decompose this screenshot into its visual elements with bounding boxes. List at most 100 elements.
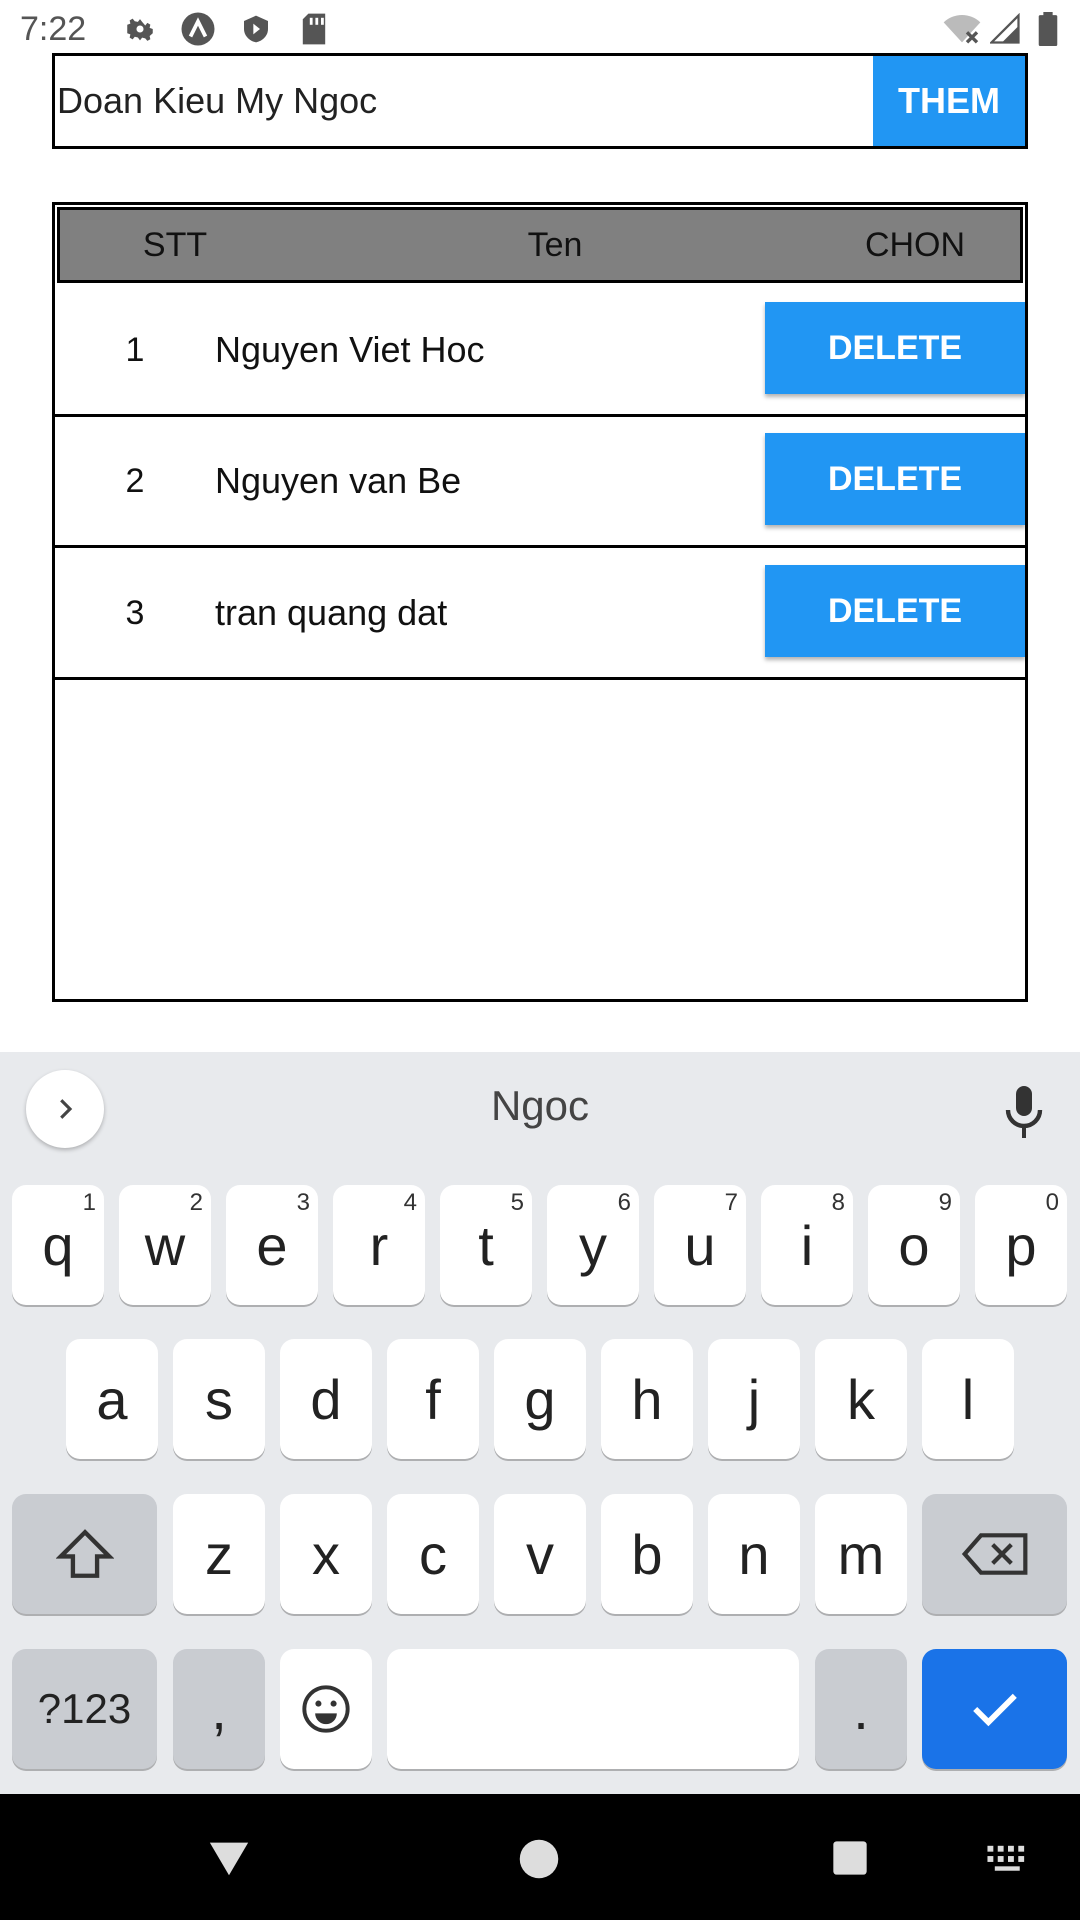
checkmark-icon bbox=[972, 1693, 1017, 1727]
delete-button[interactable]: DELETE bbox=[765, 433, 1025, 525]
key-d[interactable]: d bbox=[280, 1339, 372, 1459]
home-icon[interactable] bbox=[518, 1838, 560, 1885]
emoji-key[interactable] bbox=[280, 1649, 372, 1769]
period-key[interactable]: . bbox=[815, 1649, 907, 1769]
sd-card-icon bbox=[296, 12, 332, 46]
key-z[interactable]: z bbox=[173, 1494, 265, 1614]
key-i[interactable]: i8 bbox=[761, 1185, 853, 1305]
key-r[interactable]: r4 bbox=[333, 1185, 425, 1305]
backspace-key[interactable] bbox=[922, 1494, 1067, 1614]
table-row: 3 tran quang dat DELETE bbox=[55, 549, 1025, 680]
recents-icon[interactable] bbox=[830, 1838, 870, 1883]
key-c[interactable]: c bbox=[387, 1494, 479, 1614]
key-label: f bbox=[425, 1367, 441, 1431]
key-label: b bbox=[631, 1522, 663, 1586]
key-k[interactable]: k bbox=[815, 1339, 907, 1459]
key-f[interactable]: f bbox=[387, 1339, 479, 1459]
settings-gear-icon bbox=[120, 12, 160, 46]
key-m[interactable]: m bbox=[815, 1494, 907, 1614]
key-label: a bbox=[96, 1367, 128, 1431]
header-chon: CHON bbox=[864, 226, 966, 264]
key-hint: 5 bbox=[510, 1189, 524, 1216]
key-label: p bbox=[1005, 1213, 1037, 1277]
key-label: e bbox=[256, 1213, 288, 1277]
key-label: x bbox=[312, 1522, 340, 1586]
key-q[interactable]: q1 bbox=[12, 1185, 104, 1305]
space-key[interactable] bbox=[387, 1649, 799, 1769]
status-time: 7:22 bbox=[20, 10, 87, 48]
expand-toolbar-button[interactable] bbox=[26, 1070, 104, 1148]
key-label: o bbox=[898, 1213, 930, 1277]
word-suggestion[interactable]: Ngoc bbox=[440, 1082, 640, 1130]
key-label: . bbox=[853, 1677, 869, 1741]
header-stt: STT bbox=[142, 226, 208, 264]
key-hint: 4 bbox=[403, 1189, 417, 1216]
key-hint: 8 bbox=[831, 1189, 845, 1216]
done-key[interactable] bbox=[922, 1649, 1067, 1769]
row-name: Nguyen van Be bbox=[215, 460, 462, 501]
key-hint: 3 bbox=[296, 1189, 310, 1216]
microphone-icon[interactable] bbox=[1000, 1082, 1056, 1142]
key-g[interactable]: g bbox=[494, 1339, 586, 1459]
emoji-icon bbox=[302, 1685, 350, 1733]
key-j[interactable]: j bbox=[708, 1339, 800, 1459]
row-stt: 1 bbox=[125, 331, 145, 369]
key-label: c bbox=[419, 1522, 447, 1586]
key-w[interactable]: w2 bbox=[119, 1185, 211, 1305]
key-label: z bbox=[205, 1522, 233, 1586]
key-label: h bbox=[631, 1367, 663, 1431]
keyboard-switch-icon[interactable] bbox=[986, 1844, 1030, 1879]
delete-button[interactable]: DELETE bbox=[765, 565, 1025, 657]
shift-icon bbox=[55, 1529, 114, 1578]
name-input[interactable] bbox=[57, 56, 873, 146]
key-b[interactable]: b bbox=[601, 1494, 693, 1614]
navigation-bar bbox=[0, 1794, 1080, 1920]
key-label: r bbox=[369, 1213, 389, 1277]
key-label: y bbox=[579, 1213, 607, 1277]
key-label: i bbox=[800, 1213, 814, 1277]
key-o[interactable]: o9 bbox=[868, 1185, 960, 1305]
key-label: g bbox=[524, 1367, 556, 1431]
table-header: STT Ten CHON bbox=[57, 207, 1023, 283]
symbols-key[interactable]: ?123 bbox=[12, 1649, 157, 1769]
key-h[interactable]: h bbox=[601, 1339, 693, 1459]
key-label: s bbox=[205, 1367, 233, 1431]
back-icon[interactable] bbox=[206, 1838, 252, 1883]
key-p[interactable]: p0 bbox=[975, 1185, 1067, 1305]
key-a[interactable]: a bbox=[66, 1339, 158, 1459]
soft-keyboard: Ngoc q1 w2 e3 r4 t5 y6 u7 i8 o9 p0 a s d… bbox=[0, 1052, 1080, 1794]
key-label: m bbox=[837, 1522, 885, 1586]
key-label: ?123 bbox=[37, 1685, 132, 1732]
wifi-off-icon bbox=[940, 12, 984, 46]
key-label: u bbox=[684, 1213, 716, 1277]
key-label: j bbox=[747, 1367, 761, 1431]
table-row: 1 Nguyen Viet Hoc DELETE bbox=[55, 286, 1025, 417]
key-label: , bbox=[211, 1677, 227, 1741]
key-v[interactable]: v bbox=[494, 1494, 586, 1614]
shield-icon bbox=[236, 12, 276, 46]
key-hint: 0 bbox=[1045, 1189, 1059, 1216]
key-e[interactable]: e3 bbox=[226, 1185, 318, 1305]
backspace-icon bbox=[961, 1533, 1027, 1575]
suggestion-bar: Ngoc bbox=[0, 1052, 1080, 1168]
key-label: k bbox=[847, 1367, 875, 1431]
key-l[interactable]: l bbox=[922, 1339, 1014, 1459]
key-n[interactable]: n bbox=[708, 1494, 800, 1614]
key-u[interactable]: u7 bbox=[654, 1185, 746, 1305]
row-stt: 2 bbox=[125, 462, 145, 500]
add-button[interactable]: THEM bbox=[873, 56, 1025, 146]
shift-key[interactable] bbox=[12, 1494, 157, 1614]
table-row: 2 Nguyen van Be DELETE bbox=[55, 417, 1025, 548]
delete-button[interactable]: DELETE bbox=[765, 302, 1025, 394]
key-t[interactable]: t5 bbox=[440, 1185, 532, 1305]
key-hint: 6 bbox=[617, 1189, 631, 1216]
key-x[interactable]: x bbox=[280, 1494, 372, 1614]
comma-key[interactable]: , bbox=[173, 1649, 265, 1769]
key-label: d bbox=[310, 1367, 342, 1431]
status-bar: 7:22 bbox=[0, 0, 1080, 56]
key-y[interactable]: y6 bbox=[547, 1185, 639, 1305]
key-hint: 9 bbox=[938, 1189, 952, 1216]
name-input-row: THEM bbox=[52, 53, 1028, 149]
key-s[interactable]: s bbox=[173, 1339, 265, 1459]
row-name: Nguyen Viet Hoc bbox=[215, 329, 485, 370]
